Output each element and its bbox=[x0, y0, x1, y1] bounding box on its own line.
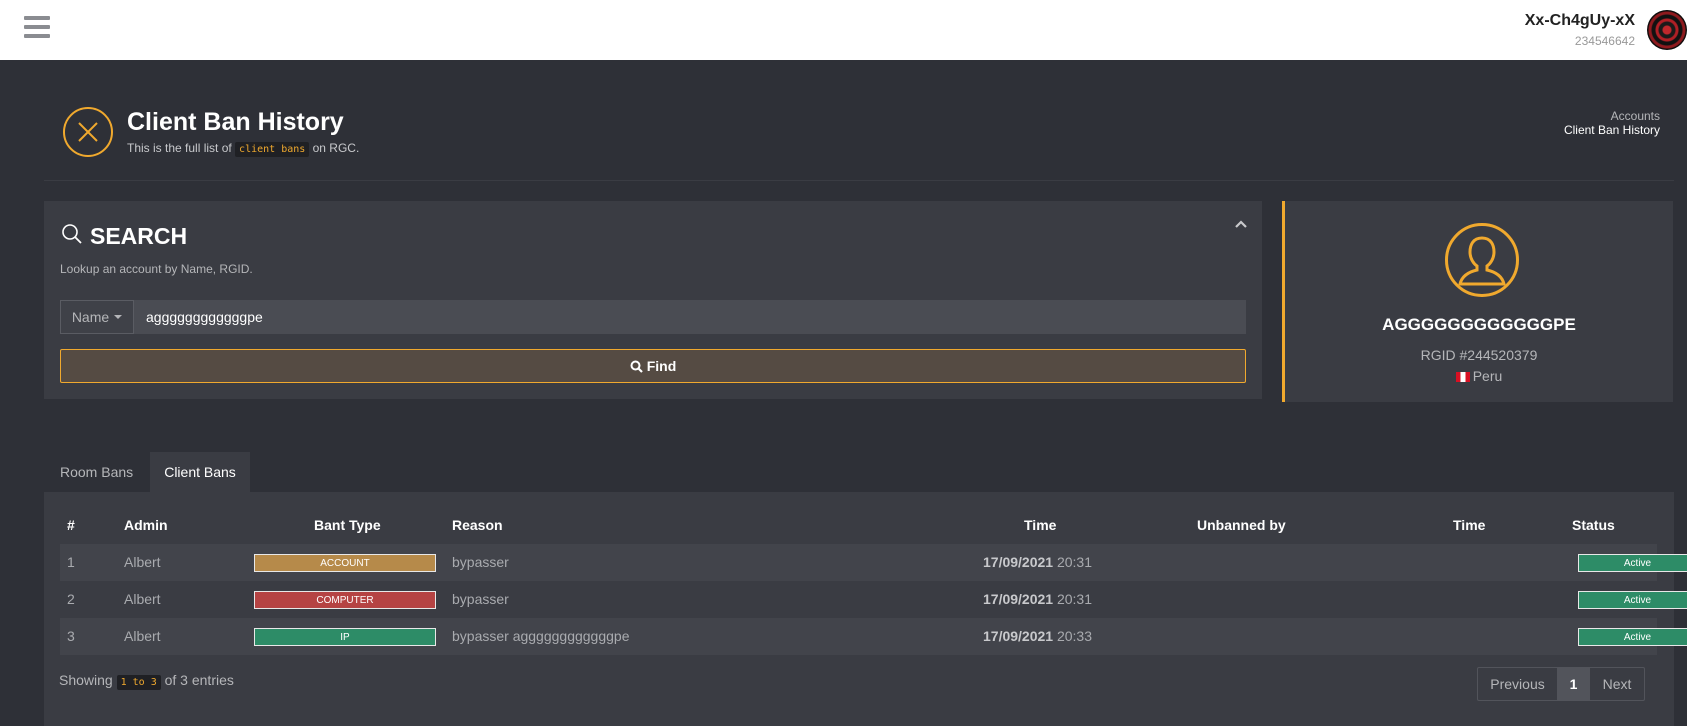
header-unban-time: Time bbox=[1453, 517, 1486, 533]
tab-client-bans[interactable]: Client Bans bbox=[150, 452, 250, 492]
search-help-text: Lookup an account by Name, RGID. bbox=[60, 262, 253, 276]
top-bar: Xx-Ch4gUy-xX 234546642 bbox=[0, 0, 1687, 60]
header-ban-type: Bant Type bbox=[314, 517, 381, 533]
profile-country: Peru bbox=[1285, 368, 1673, 384]
subtitle-suffix: on RGC. bbox=[312, 141, 360, 155]
table-info: Showing 1 to 3 of 3 entries bbox=[59, 672, 234, 690]
caret-down-icon bbox=[114, 315, 123, 319]
user-name[interactable]: Xx-Ch4gUy-xX bbox=[1525, 12, 1635, 30]
search-type-select[interactable]: Name bbox=[60, 300, 134, 334]
bans-table: # Admin Bant Type Reason Time Unbanned b… bbox=[44, 492, 1687, 726]
header-divider bbox=[44, 180, 1674, 181]
info-prefix: Showing bbox=[59, 672, 113, 688]
status-badge: Active bbox=[1578, 628, 1687, 646]
row-hour: 20:31 bbox=[1056, 591, 1093, 607]
row-hour: 20:33 bbox=[1056, 628, 1093, 644]
header-status: Status bbox=[1572, 517, 1615, 533]
info-range: 1 to 3 bbox=[116, 675, 161, 690]
subtitle-code: client bans bbox=[235, 142, 310, 157]
ban-type-badge: COMPUTER bbox=[254, 591, 436, 609]
row-date: 17/09/2021 bbox=[983, 591, 1054, 607]
user-avatar[interactable] bbox=[1647, 10, 1687, 50]
row-admin: Albert bbox=[124, 628, 161, 644]
search-field-row: Name bbox=[60, 300, 1246, 334]
row-date: 17/09/2021 bbox=[983, 554, 1054, 570]
search-icon bbox=[630, 360, 643, 373]
search-title: SEARCH bbox=[90, 223, 188, 249]
status-badge: Active bbox=[1578, 554, 1687, 572]
search-input[interactable] bbox=[134, 300, 1246, 334]
search-icon bbox=[62, 224, 82, 244]
country-name: Peru bbox=[1472, 368, 1503, 384]
row-num: 1 bbox=[67, 554, 75, 570]
header-unbanned-by: Unbanned by bbox=[1197, 517, 1286, 533]
page-subtitle: This is the full list of client bans on … bbox=[127, 141, 360, 157]
profile-rgid: RGID #244520379 bbox=[1420, 347, 1538, 363]
header-num: # bbox=[67, 517, 75, 533]
table-row: 3 Albert IP bypasser aggggggggggggpe 17/… bbox=[60, 618, 1687, 655]
chevron-up-icon[interactable] bbox=[1234, 219, 1248, 229]
row-num: 3 bbox=[67, 628, 75, 644]
ban-type-badge: ACCOUNT bbox=[254, 554, 436, 572]
row-date: 17/09/2021 bbox=[983, 628, 1054, 644]
user-id: 234546642 bbox=[1574, 34, 1635, 48]
page-1-button[interactable]: 1 bbox=[1558, 668, 1590, 700]
ban-type-badge: IP bbox=[254, 628, 436, 646]
row-reason: bypasser aggggggggggggpe bbox=[452, 628, 630, 644]
page-title: Client Ban History bbox=[127, 108, 344, 136]
row-admin: Albert bbox=[124, 554, 161, 570]
status-badge: Active bbox=[1578, 591, 1687, 609]
next-page-button[interactable]: Next bbox=[1590, 668, 1644, 700]
tab-room-bans[interactable]: Room Bans bbox=[60, 452, 133, 492]
row-reason: bypasser bbox=[452, 554, 509, 570]
table-row: 1 Albert ACCOUNT bypasser 17/09/2021 20:… bbox=[60, 544, 1687, 581]
breadcrumb-current: Client Ban History bbox=[1563, 123, 1660, 137]
find-button[interactable]: Find bbox=[60, 349, 1246, 383]
ban-icon bbox=[63, 107, 113, 157]
row-time: 17/09/2021 20:31 bbox=[983, 591, 1092, 607]
row-hour: 20:31 bbox=[1056, 554, 1093, 570]
info-suffix: of 3 entries bbox=[164, 672, 234, 688]
find-button-label: Find bbox=[646, 358, 677, 374]
search-type-label: Name bbox=[71, 309, 110, 325]
breadcrumb-accounts[interactable]: Accounts bbox=[1611, 109, 1660, 123]
row-reason: bypasser bbox=[452, 591, 509, 607]
row-admin: Albert bbox=[124, 591, 161, 607]
row-time: 17/09/2021 20:31 bbox=[983, 554, 1092, 570]
peru-flag-icon bbox=[1455, 372, 1470, 382]
user-icon bbox=[1445, 223, 1519, 297]
row-num: 2 bbox=[67, 591, 75, 607]
menu-icon[interactable] bbox=[24, 16, 50, 40]
profile-card: AGGGGGGGGGGGGPE RGID #244520379 Peru bbox=[1282, 201, 1673, 402]
row-time: 17/09/2021 20:33 bbox=[983, 628, 1092, 644]
search-card: SEARCH Lookup an account by Name, RGID. … bbox=[44, 201, 1262, 399]
header-admin: Admin bbox=[124, 517, 168, 533]
table-row: 2 Albert COMPUTER bypasser 17/09/2021 20… bbox=[60, 581, 1687, 618]
subtitle-prefix: This is the full list of bbox=[127, 141, 232, 155]
pagination: Previous 1 Next bbox=[1477, 667, 1645, 701]
profile-name: AGGGGGGGGGGGGPE bbox=[1382, 315, 1576, 334]
header-reason: Reason bbox=[452, 517, 503, 533]
header-time: Time bbox=[1024, 517, 1057, 533]
previous-page-button[interactable]: Previous bbox=[1478, 668, 1558, 700]
